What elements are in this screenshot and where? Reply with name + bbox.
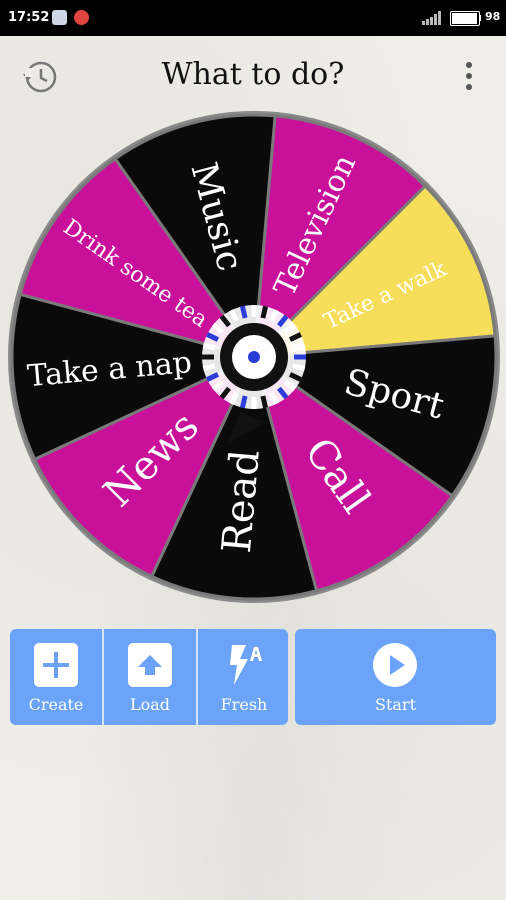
- page-title: What to do?: [161, 57, 345, 92]
- battery-cap: [479, 15, 481, 21]
- load-label: Load: [129, 695, 171, 714]
- hub-tick: [260, 395, 269, 409]
- hub-tick: [239, 305, 248, 319]
- upload-icon: [128, 643, 172, 687]
- shield-notification-icon: [52, 10, 67, 25]
- battery-percent: 98: [485, 10, 501, 23]
- load-button[interactable]: Load: [104, 629, 196, 725]
- signal-icon: [422, 11, 442, 25]
- status-bar: 17:52 98: [0, 0, 506, 36]
- fresh-button[interactable]: Fresh: [198, 629, 288, 725]
- decision-wheel[interactable]: TelevisionTake a walkSportCallReadNewsTa…: [0, 106, 506, 610]
- wheel-segment-label: Read: [214, 448, 269, 555]
- create-label: Create: [28, 695, 84, 714]
- hub-tick: [202, 363, 216, 372]
- stop-notification-icon: [74, 10, 89, 25]
- hub-tick: [239, 395, 248, 409]
- flash-auto-icon: [230, 645, 262, 685]
- start-label: Start: [374, 695, 416, 714]
- battery-icon: [450, 11, 480, 26]
- status-time: 17:52: [8, 10, 50, 25]
- wheel-hub[interactable]: [202, 305, 306, 409]
- add-icon: [34, 643, 78, 687]
- start-button[interactable]: Start: [295, 629, 496, 725]
- action-toolbar: Create Load Fresh: [10, 629, 288, 725]
- play-circle-icon: [373, 643, 417, 687]
- create-button[interactable]: Create: [10, 629, 102, 725]
- hub-tick: [292, 363, 306, 372]
- more-vert-icon[interactable]: [458, 58, 478, 94]
- fresh-label: Fresh: [220, 695, 268, 714]
- hub-tick: [292, 342, 306, 351]
- hub-tick: [202, 342, 216, 351]
- hub-tick: [260, 305, 269, 319]
